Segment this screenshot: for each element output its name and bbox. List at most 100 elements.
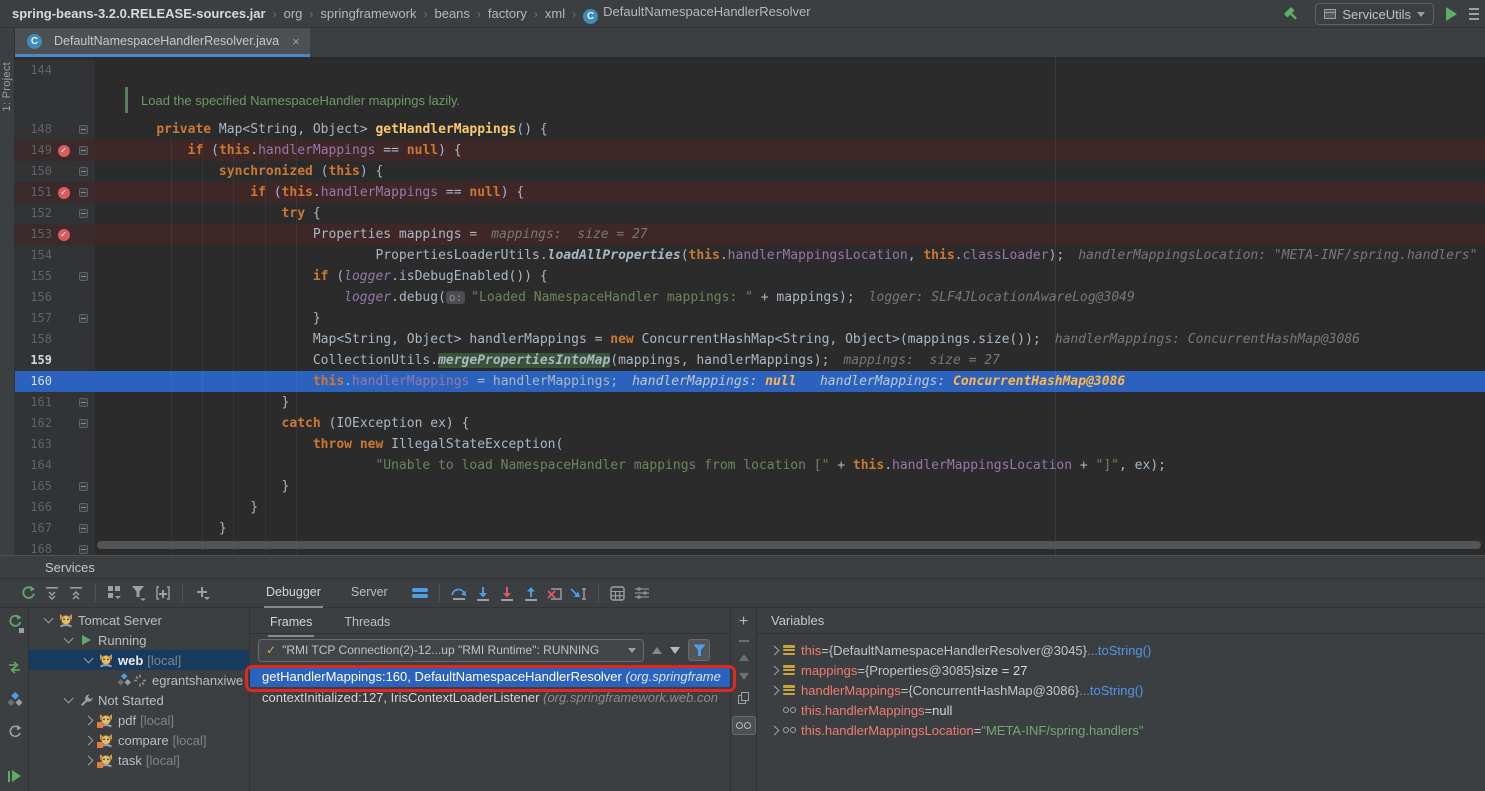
code-line-150[interactable]: 150 synchronized (this) { [15, 161, 1485, 182]
code-line-156[interactable]: 156 logger.debug(o:"Loaded NamespaceHand… [15, 287, 1485, 308]
chevron-right-icon[interactable] [83, 715, 93, 725]
chevron-right-icon[interactable] [769, 685, 779, 695]
stack-frame-1[interactable]: contextInitialized:127, IrisContextLoade… [250, 687, 730, 708]
rerun-icon[interactable] [16, 582, 40, 604]
tab-threads[interactable]: Threads [342, 608, 392, 637]
update-application-icon[interactable] [7, 660, 22, 678]
tree-item-web[interactable]: web[local] [29, 650, 249, 670]
fold-marker-icon[interactable] [79, 503, 88, 512]
add-service-icon[interactable] [190, 582, 214, 604]
tostring-link[interactable]: toString() [1090, 683, 1143, 698]
tab-debugger[interactable]: Debugger [264, 579, 323, 608]
frame-up-icon[interactable] [652, 647, 662, 654]
hide-library-frames-icon[interactable] [688, 639, 710, 661]
variable-row-this[interactable]: this = {DefaultNamespaceHandlerResolver@… [757, 640, 1485, 660]
variable-row-this-handlerMappings[interactable]: this.handlerMappings = null [757, 700, 1485, 720]
chevron-down-icon[interactable] [83, 654, 93, 664]
build-hammer-icon[interactable] [1279, 3, 1303, 25]
tab-server[interactable]: Server [349, 579, 390, 608]
variable-row-handlerMappings[interactable]: handlerMappings = {ConcurrentHashMap@308… [757, 680, 1485, 700]
code-line-161[interactable]: 161 } [15, 392, 1485, 413]
run-to-cursor-icon[interactable] [567, 582, 591, 604]
evaluate-expression-icon[interactable] [606, 582, 630, 604]
force-step-into-icon[interactable] [495, 582, 519, 604]
fold-marker-icon[interactable] [79, 524, 88, 533]
breakpoint-icon[interactable]: ✓ [58, 229, 70, 241]
fold-marker-icon[interactable] [79, 188, 88, 197]
code-line-164[interactable]: 164 "Unable to load NamespaceHandler map… [15, 455, 1485, 476]
stripe-project-button[interactable]: 1: Project [1, 62, 13, 111]
services-panel-header[interactable]: Services [0, 556, 1485, 579]
tab-close-icon[interactable]: × [292, 34, 300, 49]
step-into-icon[interactable] [471, 582, 495, 604]
tab-frames[interactable]: Frames [268, 608, 314, 637]
chevron-right-icon[interactable] [83, 735, 93, 745]
code-line-152[interactable]: 152 try { [15, 203, 1485, 224]
code-line-155[interactable]: 155 if (logger.isDebugEnabled()) { [15, 266, 1485, 287]
fold-marker-icon[interactable] [79, 272, 88, 281]
horizontal-scrollbar[interactable] [97, 541, 1481, 549]
expand-all-icon[interactable] [40, 582, 64, 604]
code-line-166[interactable]: 166 } [15, 497, 1485, 518]
code-line-162[interactable]: 162 catch (IOException ex) { [15, 413, 1485, 434]
code-line-149[interactable]: 149✓ if (this.handlerMappings == null) { [15, 140, 1485, 161]
chevron-right-icon[interactable] [769, 645, 779, 655]
tostring-link[interactable]: toString() [1098, 643, 1151, 658]
filter-icon[interactable] [127, 582, 151, 604]
show-execution-point-icon[interactable] [408, 582, 432, 604]
tree-item-tomcat-server[interactable]: Tomcat Server [29, 610, 249, 630]
run-config-selector[interactable]: ServiceUtils [1315, 3, 1434, 25]
deployment-icon[interactable] [7, 692, 22, 710]
thread-selector[interactable]: ✓ "RMI TCP Connection(2)-12...up "RMI Ru… [258, 639, 644, 662]
breadcrumb-item[interactable]: org [284, 6, 303, 21]
code-line-144[interactable]: 144 [15, 60, 1485, 81]
code-line-165[interactable]: 165 } [15, 476, 1485, 497]
fold-marker-icon[interactable] [79, 146, 88, 155]
code-line-153[interactable]: 153✓ Properties mappings =mappings: size… [15, 224, 1485, 245]
chevron-right-icon[interactable] [83, 755, 93, 765]
fold-marker-icon[interactable] [79, 314, 88, 323]
step-out-icon[interactable] [519, 582, 543, 604]
fold-marker-icon[interactable] [79, 482, 88, 491]
move-watch-up-icon[interactable] [739, 654, 749, 661]
fold-marker-icon[interactable] [79, 209, 88, 218]
find-icon[interactable] [151, 582, 175, 604]
code-editor[interactable]: 144Load the specified NamespaceHandler m… [15, 57, 1485, 555]
collapse-all-icon[interactable] [64, 582, 88, 604]
tree-item-egrantshanxiwe[interactable]: egrantshanxiwe [29, 670, 249, 690]
code-line-159[interactable]: 159 CollectionUtils.mergePropertiesIntoM… [15, 350, 1485, 371]
fold-marker-icon[interactable] [79, 419, 88, 428]
breadcrumb-item[interactable]: xml [545, 6, 565, 21]
fold-marker-icon[interactable] [79, 125, 88, 134]
tree-item-running[interactable]: Running [29, 630, 249, 650]
chevron-right-icon[interactable] [769, 725, 779, 735]
group-by-icon[interactable] [103, 582, 127, 604]
breadcrumb-item[interactable]: beans [434, 6, 469, 21]
show-watches-icon[interactable] [732, 716, 756, 735]
overflow-menu-icon[interactable] [1469, 8, 1479, 20]
resume-button[interactable] [8, 770, 21, 782]
tree-item-compare[interactable]: compare[local] [29, 730, 249, 750]
code-line-158[interactable]: 158 Map<String, Object> handlerMappings … [15, 329, 1485, 350]
run-button[interactable] [1446, 7, 1457, 21]
frame-down-icon[interactable] [670, 647, 680, 654]
editor-tab[interactable]: C DefaultNamespaceHandlerResolver.java × [15, 28, 310, 57]
chevron-down-icon[interactable] [43, 614, 53, 624]
code-line-151[interactable]: 151✓ if (this.handlerMappings == null) { [15, 182, 1485, 203]
duplicate-watch-icon[interactable] [738, 692, 749, 704]
refresh-icon[interactable] [7, 724, 22, 742]
code-line-160[interactable]: 160 this.handlerMappings = handlerMappin… [15, 371, 1485, 392]
fold-marker-icon[interactable] [79, 545, 88, 554]
code-line-154[interactable]: 154 PropertiesLoaderUtils.loadAllPropert… [15, 245, 1485, 266]
tree-item-task[interactable]: task[local] [29, 750, 249, 770]
breakpoint-icon[interactable]: ✓ [58, 145, 70, 157]
add-watch-icon[interactable]: + [739, 616, 748, 628]
breadcrumb-item[interactable]: spring-beans-3.2.0.RELEASE-sources.jar [12, 6, 266, 21]
fold-marker-icon[interactable] [79, 167, 88, 176]
layout-settings-icon[interactable] [630, 582, 654, 604]
step-over-icon[interactable] [447, 582, 471, 604]
code-line-157[interactable]: 157 } [15, 308, 1485, 329]
variable-row-mappings[interactable]: mappings = {Properties@3085} size = 27 [757, 660, 1485, 680]
remove-watch-icon[interactable] [739, 640, 749, 642]
tree-item-pdf[interactable]: pdf[local] [29, 710, 249, 730]
